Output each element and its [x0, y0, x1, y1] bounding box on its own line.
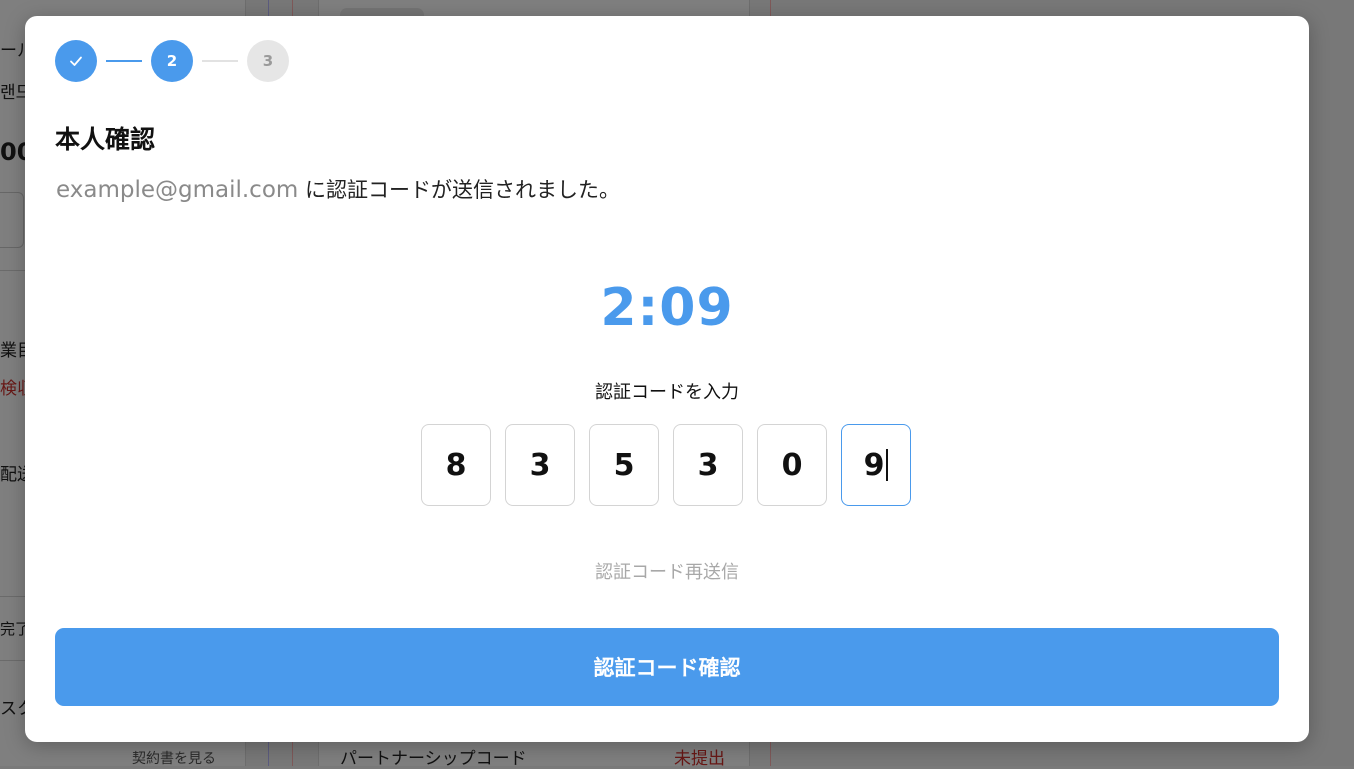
confirm-code-button[interactable]: 認証コード確認 — [55, 628, 1279, 706]
code-digit-value: 9 — [863, 447, 885, 483]
check-icon — [70, 56, 82, 66]
email-address: example@gmail.com — [56, 177, 299, 203]
verification-modal: 2 3 本人確認 example@gmail.com に認証コードが送信されまし… — [25, 16, 1309, 742]
modal-description: example@gmail.com に認証コードが送信されました。 — [56, 174, 620, 204]
code-digit-value: 3 — [697, 447, 719, 483]
code-input-group: 8 3 5 3 0 9 — [421, 424, 925, 506]
code-digit-value: 3 — [529, 447, 551, 483]
stepper: 2 3 — [55, 40, 289, 82]
step-connector — [202, 60, 238, 62]
code-digit-value: 5 — [613, 447, 635, 483]
code-digit-input[interactable]: 8 — [421, 424, 491, 506]
code-digit-input[interactable]: 0 — [757, 424, 827, 506]
code-digit-input[interactable]: 9 — [841, 424, 911, 506]
step-2: 2 — [151, 40, 193, 82]
code-digit-value: 0 — [781, 447, 803, 483]
resend-code-link[interactable]: 認証コード再送信 — [25, 558, 1309, 584]
step-3: 3 — [247, 40, 289, 82]
countdown-timer: 2:09 — [600, 278, 734, 338]
code-digit-input[interactable]: 3 — [673, 424, 743, 506]
code-input-label: 認証コードを入力 — [595, 382, 739, 403]
code-digit-input[interactable]: 3 — [505, 424, 575, 506]
sent-message: に認証コードが送信されました。 — [298, 178, 620, 202]
text-caret — [886, 449, 889, 481]
code-digit-value: 8 — [445, 447, 467, 483]
modal-title: 本人確認 — [55, 125, 156, 154]
step-connector — [106, 60, 142, 62]
step-1 — [55, 40, 97, 82]
code-digit-input[interactable]: 5 — [589, 424, 659, 506]
